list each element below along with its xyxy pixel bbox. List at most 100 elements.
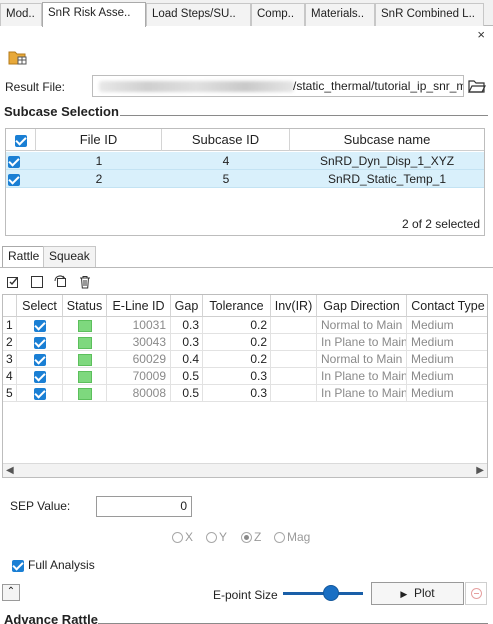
gap-direction-cell[interactable]: Normal to Main	[317, 317, 407, 334]
status-indicator	[63, 334, 107, 351]
contact-type-cell[interactable]: Medium	[407, 334, 487, 351]
tolerance-cell[interactable]: 0.3	[203, 385, 271, 402]
eline-id-cell: 10031	[107, 317, 171, 334]
radio-x[interactable]: X	[172, 530, 193, 544]
tolerance-cell[interactable]: 0.2	[203, 351, 271, 368]
tolerance-cell[interactable]: 0.2	[203, 317, 271, 334]
gap-direction-cell[interactable]: In Plane to Main	[317, 368, 407, 385]
epoint-size-slider-handle[interactable]	[323, 585, 339, 601]
subcase-id-cell: 4	[222, 154, 230, 168]
tab-rattle[interactable]: Rattle	[2, 246, 46, 268]
table-row[interactable]: 4 70009 0.5 0.3 In Plane to Main Medium	[3, 368, 487, 385]
row-select-checkbox[interactable]	[17, 317, 63, 334]
scroll-left-icon[interactable]: ◀	[6, 464, 14, 477]
header-subcase-name[interactable]: Subcase name	[290, 129, 484, 151]
file-id-cell: 2	[95, 172, 103, 186]
gap-cell[interactable]: 0.3	[171, 317, 203, 334]
section-divider	[120, 115, 488, 116]
gap-direction-cell[interactable]: Normal to Main	[317, 351, 407, 368]
table-row[interactable]: 5 80008 0.5 0.3 In Plane to Main Medium	[3, 385, 487, 402]
header-contact-type[interactable]: Contact Type	[407, 295, 487, 317]
radio-y[interactable]: Y	[206, 530, 227, 544]
row-checkbox[interactable]	[6, 152, 22, 170]
gap-direction-cell[interactable]: In Plane to Main	[317, 334, 407, 351]
tolerance-cell[interactable]: 0.2	[203, 334, 271, 351]
row-checkbox[interactable]	[6, 170, 22, 188]
row-number: 2	[3, 334, 17, 351]
radio-mag[interactable]: Mag	[274, 530, 310, 544]
gap-cell[interactable]: 0.4	[171, 351, 203, 368]
delete-icon[interactable]	[78, 275, 92, 289]
refresh-icon[interactable]	[54, 275, 68, 289]
header-gap-direction[interactable]: Gap Direction	[317, 295, 407, 317]
header-select[interactable]: Select	[17, 295, 63, 317]
row-select-checkbox[interactable]	[17, 351, 63, 368]
table-row[interactable]: 1 10031 0.3 0.2 Normal to Main Medium	[3, 317, 487, 334]
open-folder-icon[interactable]	[8, 48, 28, 66]
selection-count: 2 of 2 selected	[401, 217, 480, 231]
inv-ir-cell[interactable]	[271, 334, 317, 351]
close-icon[interactable]: ×	[477, 27, 485, 42]
scroll-right-icon[interactable]: ▶	[476, 464, 484, 477]
eline-id-cell: 80008	[107, 385, 171, 402]
tab-snr-risk-assessment[interactable]: SnR Risk Asse..	[42, 2, 146, 27]
tab-materials[interactable]: Materials..	[305, 3, 375, 26]
gap-cell[interactable]: 0.5	[171, 385, 203, 402]
panel-tab-bar: Mod.. SnR Risk Asse.. Load Steps/SU.. Co…	[0, 0, 493, 27]
epoint-size-label: E-point Size	[213, 588, 278, 602]
result-file-input[interactable]: /static_thermal/tutorial_ip_snr_m	[92, 75, 464, 97]
sep-value-input[interactable]: 0	[96, 496, 192, 517]
tab-model[interactable]: Mod..	[0, 3, 42, 26]
stop-button[interactable]	[465, 582, 487, 605]
header-tolerance[interactable]: Tolerance	[203, 295, 271, 317]
table-row[interactable]: 3 60029 0.4 0.2 Normal to Main Medium	[3, 351, 487, 368]
result-file-label: Result File:	[5, 80, 66, 94]
check-all-icon[interactable]	[6, 275, 20, 289]
inv-ir-cell[interactable]	[271, 351, 317, 368]
browse-folder-icon[interactable]	[468, 78, 486, 94]
subcase-row[interactable]: 1 4 SnRD_Dyn_Disp_1_XYZ	[6, 152, 484, 170]
table-row[interactable]: 2 30043 0.3 0.2 In Plane to Main Medium	[3, 334, 487, 351]
header-status[interactable]: Status	[63, 295, 107, 317]
play-icon: ▶	[400, 589, 408, 599]
status-indicator	[63, 385, 107, 402]
plot-button[interactable]: ▶ Plot	[371, 582, 464, 605]
row-select-checkbox[interactable]	[17, 334, 63, 351]
header-file-id[interactable]: File ID	[36, 129, 162, 151]
gap-direction-cell[interactable]: In Plane to Main	[317, 385, 407, 402]
advance-rattle-title: Advance Rattle	[4, 612, 98, 624]
uncheck-all-icon[interactable]	[30, 275, 44, 289]
tab-load-steps[interactable]: Load Steps/SU..	[146, 3, 251, 26]
contact-type-cell[interactable]: Medium	[407, 317, 487, 334]
gap-cell[interactable]: 0.5	[171, 368, 203, 385]
full-analysis-checkbox[interactable]: Full Analysis	[12, 558, 95, 572]
gap-cell[interactable]: 0.3	[171, 334, 203, 351]
header-subcase-id[interactable]: Subcase ID	[162, 129, 290, 151]
header-inv-ir[interactable]: Inv(IR)	[271, 295, 317, 317]
contact-type-cell[interactable]: Medium	[407, 351, 487, 368]
header-eline-id[interactable]: E-Line ID	[107, 295, 171, 317]
inv-ir-cell[interactable]	[271, 317, 317, 334]
inv-ir-cell[interactable]	[271, 368, 317, 385]
contact-type-cell[interactable]: Medium	[407, 385, 487, 402]
row-select-checkbox[interactable]	[17, 385, 63, 402]
select-all-checkbox[interactable]	[6, 129, 36, 151]
row-number: 4	[3, 368, 17, 385]
contact-type-cell[interactable]: Medium	[407, 368, 487, 385]
status-indicator	[63, 317, 107, 334]
horizontal-scrollbar[interactable]: ◀ ▶	[3, 463, 487, 477]
sep-value-label: SEP Value:	[10, 499, 71, 513]
subcase-row[interactable]: 2 5 SnRD_Static_Temp_1	[6, 170, 484, 188]
inv-ir-cell[interactable]	[271, 385, 317, 402]
tab-components[interactable]: Comp..	[251, 3, 305, 26]
tab-squeak[interactable]: Squeak	[43, 246, 96, 267]
tab-snr-combined[interactable]: SnR Combined L..	[375, 3, 484, 26]
header-gap[interactable]: Gap	[171, 295, 203, 317]
subcase-table-header: File ID Subcase ID Subcase name	[6, 129, 484, 151]
row-select-checkbox[interactable]	[17, 368, 63, 385]
tolerance-cell[interactable]: 0.3	[203, 368, 271, 385]
collapse-up-icon[interactable]: ⌃	[2, 584, 20, 601]
subcase-name-cell: SnRD_Dyn_Disp_1_XYZ	[319, 154, 455, 168]
subcase-id-cell: 5	[222, 172, 230, 186]
radio-z[interactable]: Z	[241, 530, 261, 544]
